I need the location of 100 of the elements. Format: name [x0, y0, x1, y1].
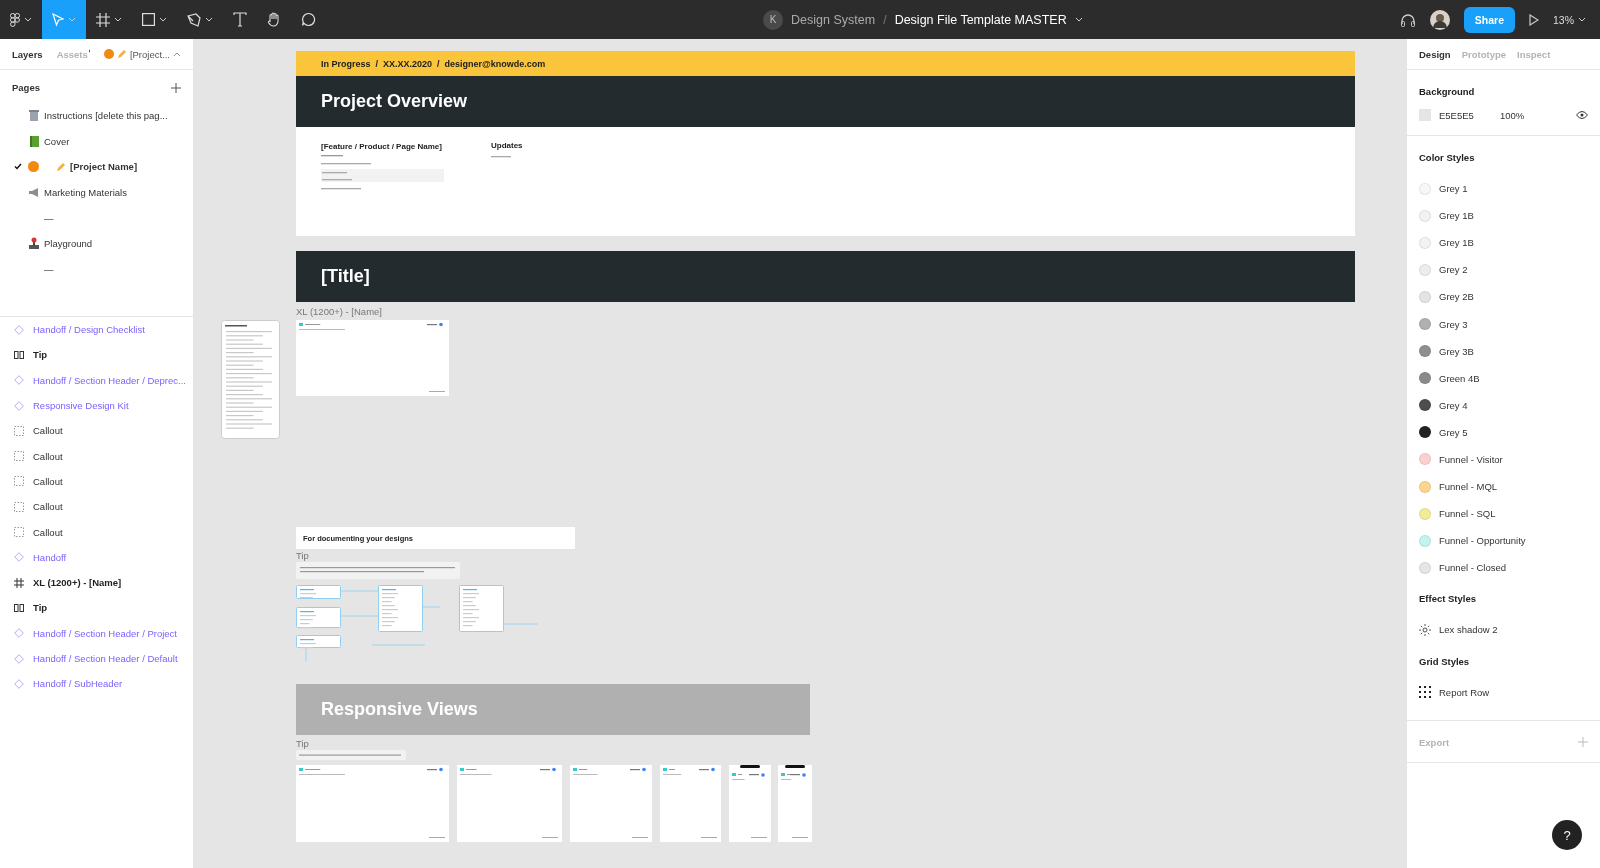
page-item[interactable]: [Project Name] — [70, 161, 138, 173]
chevron-up-icon — [173, 51, 181, 57]
color-style[interactable]: Funnel - Visitor — [1439, 454, 1503, 465]
section-title: Effect Styles — [1419, 593, 1478, 605]
color-style[interactable]: Grey 2 — [1439, 264, 1468, 276]
section-title: Grid Styles — [1419, 655, 1471, 667]
page-item[interactable]: Playground — [44, 238, 93, 250]
component-icon — [14, 653, 24, 664]
color-style[interactable]: Grey 4 — [1439, 399, 1468, 411]
color-style[interactable]: Funnel - Closed — [1439, 562, 1507, 574]
layer-item[interactable]: Callout — [33, 501, 63, 513]
layer-item[interactable]: Handoff / Section Header / Default — [33, 653, 178, 664]
color-style[interactable]: Grey 5 — [1439, 426, 1468, 438]
page-selector[interactable]: [Project... — [129, 48, 170, 60]
rectangle-icon — [142, 13, 155, 26]
layer-item[interactable]: XL (1200+) - [Name] — [33, 577, 122, 589]
circle-icon — [28, 161, 39, 173]
color-swatch[interactable] — [1419, 109, 1431, 121]
color-style[interactable]: Green 4B — [1439, 372, 1480, 384]
grid-icon — [1419, 686, 1431, 699]
layer-item[interactable]: Handoff / SubHeader — [33, 678, 123, 690]
dashed-frame-icon — [14, 425, 24, 436]
page-item[interactable]: Cover — [44, 135, 70, 147]
megaphone-icon — [28, 186, 40, 200]
pencil-icon — [116, 49, 127, 59]
section-header: Responsive Views — [296, 684, 810, 735]
breadcrumb-separator: / — [883, 12, 887, 27]
dashed-frame-icon — [14, 451, 24, 462]
file-name[interactable]: Design File Template MASTER — [894, 12, 1067, 27]
color-style[interactable]: Grey 1 — [1439, 183, 1468, 195]
color-style[interactable]: Funnel - SQL — [1439, 508, 1496, 520]
page-separator: — — [44, 263, 54, 275]
hex-value[interactable]: E5E5E5 — [1439, 109, 1474, 121]
effect-style[interactable]: Lex shadow 2 — [1439, 624, 1498, 636]
user-avatar[interactable]: K — [763, 9, 784, 30]
panel-tab[interactable]: Layers — [12, 48, 43, 60]
tip-label: Tip — [296, 738, 309, 749]
color-style[interactable]: Grey 2B — [1439, 291, 1474, 303]
overview-header: Project Overview — [296, 76, 1355, 127]
chevron-down-icon — [24, 17, 32, 22]
component-icon — [14, 400, 24, 411]
text-icon — [233, 12, 247, 27]
layer-item[interactable]: Tip — [33, 602, 48, 614]
update-line-drawing — [491, 156, 511, 159]
play-icon[interactable] — [1529, 13, 1539, 26]
chevron-down-icon — [1074, 17, 1083, 22]
layer-item[interactable]: Callout — [33, 450, 63, 462]
section-title: Export — [1419, 736, 1450, 748]
layer-item[interactable]: Callout — [33, 425, 63, 437]
chevron-down-icon — [1578, 17, 1586, 22]
frame-icon — [14, 577, 24, 588]
layer-item[interactable]: Handoff / Design Checklist — [33, 324, 145, 336]
page-separator: — — [44, 212, 54, 224]
color-style[interactable]: Grey 3 — [1439, 318, 1468, 330]
color-style[interactable]: Grey 3B — [1439, 345, 1474, 357]
component-icon — [14, 375, 24, 386]
color-style[interactable]: Funnel - Opportunity — [1439, 535, 1526, 547]
dashed-frame-icon — [14, 527, 24, 537]
section-title: Color Styles — [1419, 152, 1476, 163]
opacity-value[interactable]: 100% — [1499, 109, 1525, 121]
layer-item[interactable]: Tip — [33, 349, 48, 361]
pen-icon — [187, 12, 201, 27]
color-style[interactable]: Grey 1B — [1439, 237, 1474, 249]
project-name[interactable]: Design System — [791, 12, 876, 27]
chevron-down-icon — [159, 17, 167, 22]
auto-layout-icon — [14, 349, 24, 360]
component-icon — [14, 552, 24, 563]
grid-style[interactable]: Report Row — [1439, 686, 1490, 698]
tip-label: Tip — [296, 550, 309, 561]
status-banner: In Progress / XX.XX.2020 / designer@knowde.com — [296, 51, 1355, 76]
section-title: Background — [1419, 86, 1476, 97]
color-style[interactable]: Funnel - MQL — [1439, 481, 1498, 493]
layer-item[interactable]: Handoff — [33, 551, 67, 563]
page-item[interactable]: Marketing Materials — [44, 187, 127, 199]
feature-title: [Feature / Product / Page Name] — [321, 142, 442, 151]
dashed-frame-icon — [14, 501, 24, 512]
panel-tab[interactable]: Design — [1419, 48, 1451, 60]
frame-label[interactable]: XL (1200+) - [Name] — [296, 306, 382, 317]
component-icon — [14, 628, 24, 639]
zoom-menu[interactable]: 13% — [1553, 13, 1586, 26]
layer-item[interactable]: Responsive Design Kit — [33, 400, 129, 412]
book-icon — [28, 134, 40, 148]
help-button[interactable]: ? — [1552, 820, 1582, 850]
color-style[interactable]: Grey 1B — [1439, 210, 1474, 222]
comment-icon — [301, 12, 316, 27]
plus-icon[interactable] — [171, 82, 181, 93]
cursor-icon — [52, 12, 64, 27]
eye-icon[interactable] — [1576, 111, 1588, 119]
layer-item[interactable]: Callout — [33, 475, 63, 487]
user-avatar[interactable] — [1429, 9, 1450, 30]
headphones-icon[interactable] — [1399, 12, 1416, 27]
frame-icon — [96, 12, 110, 27]
layer-item[interactable]: Handoff / Section Header / Project — [33, 627, 177, 639]
joystick-icon — [28, 237, 40, 251]
layer-item[interactable]: Handoff / Section Header / Deprec... — [33, 374, 186, 386]
chevron-down-icon — [68, 17, 76, 22]
page-item[interactable]: Instructions [delete this pag... — [44, 110, 168, 122]
layer-item[interactable]: Callout — [33, 526, 63, 538]
figma-logo-icon — [10, 12, 20, 27]
trash-icon — [28, 109, 40, 123]
